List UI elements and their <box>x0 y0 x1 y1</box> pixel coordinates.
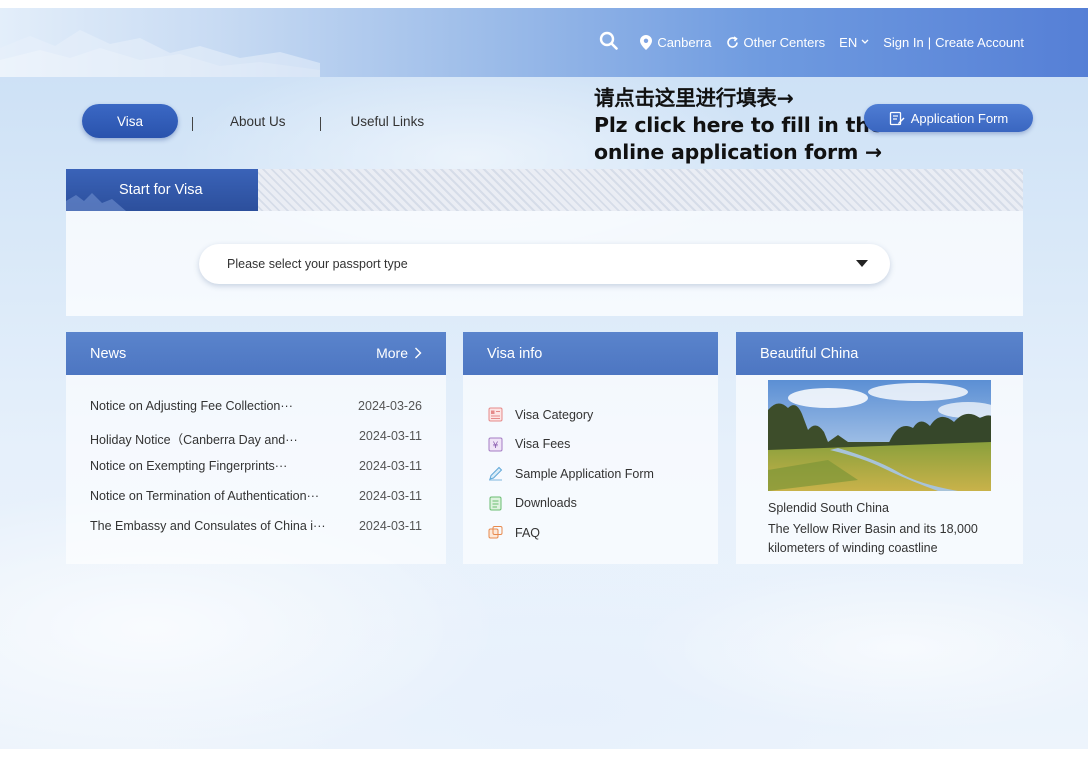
passport-type-select[interactable]: Please select your passport type <box>199 244 890 284</box>
start-visa-panel: Start for Visa Please select your passpo… <box>66 169 1023 316</box>
download-icon <box>487 495 503 511</box>
application-notice: 请点击这里进行填表→ Plz click here to fill in the… <box>594 85 884 166</box>
location-pin-icon <box>640 34 653 50</box>
visa-info-item-downloads[interactable]: Downloads <box>487 489 718 519</box>
visa-info-label: Downloads <box>515 496 577 511</box>
category-icon <box>487 407 503 423</box>
page: Canberra Other Centers EN Sign In | Crea… <box>0 8 1088 749</box>
notice-line-chinese: 请点击这里进行填表→ <box>594 86 794 110</box>
nav-separator <box>192 117 193 131</box>
caret-down-icon <box>856 260 868 267</box>
nav-useful-links-link[interactable]: Useful Links <box>351 114 425 129</box>
news-more-link[interactable]: More <box>376 345 422 361</box>
nav-visa-button[interactable]: Visa <box>82 104 178 138</box>
news-card: News More Notice on Adjusting Fee Collec… <box>66 332 446 564</box>
news-item[interactable]: Notice on Termination of Authentication·… <box>90 489 422 519</box>
landscape-photo[interactable] <box>768 380 991 491</box>
application-form-button[interactable]: Application Form <box>864 104 1033 132</box>
visa-info-label: Visa Category <box>515 407 594 422</box>
account-separator: | <box>927 34 932 50</box>
top-navigation: Canberra Other Centers EN Sign In | Crea… <box>599 31 1024 53</box>
location-selector[interactable]: Canberra <box>640 34 712 50</box>
visa-info-card: Visa info Visa Category ¥ Visa Fees Samp… <box>463 332 718 564</box>
other-centers-label: Other Centers <box>743 34 826 50</box>
main-navigation: Visa About Us Useful Links <box>82 104 424 138</box>
create-account-link[interactable]: Create Account <box>935 35 1024 50</box>
news-item-title: Notice on Termination of Authentication·… <box>90 489 320 503</box>
form-edit-icon <box>889 111 905 126</box>
news-list: Notice on Adjusting Fee Collection··· 202… <box>66 375 446 549</box>
beautiful-china-title: Beautiful China <box>760 345 859 362</box>
news-item-title: Notice on Adjusting Fee Collection··· <box>90 399 293 413</box>
visa-info-label: FAQ <box>515 525 541 540</box>
other-centers-link[interactable]: Other Centers <box>726 34 826 50</box>
search-icon[interactable] <box>599 31 619 53</box>
account-links: Sign In | Create Account <box>883 35 1024 50</box>
news-item-title: The Embassy and Consulates of China i··· <box>90 519 326 533</box>
mountain-tab-decoration <box>66 193 126 211</box>
more-label: More <box>376 345 408 361</box>
news-item-date: 2024-03-11 <box>358 459 422 473</box>
passport-type-placeholder: Please select your passport type <box>227 257 408 271</box>
visa-info-item-sample-form[interactable]: Sample Application Form <box>487 459 718 489</box>
nav-separator <box>319 117 321 131</box>
notice-line-english-2: online application form → <box>594 140 883 164</box>
news-item-title: Holiday Notice（Canberra Day and··· <box>90 433 298 447</box>
beautiful-china-card: Beautiful China Splendid South China The… <box>736 332 1023 564</box>
chevron-right-icon <box>415 347 422 359</box>
start-visa-tab[interactable]: Start for Visa <box>66 169 258 211</box>
visa-info-item-category[interactable]: Visa Category <box>487 400 718 430</box>
language-selector[interactable]: EN <box>839 35 869 50</box>
location-label: Canberra <box>657 34 712 50</box>
visa-info-list: Visa Category ¥ Visa Fees Sample Applica… <box>463 375 718 548</box>
mountain-decoration <box>0 30 320 77</box>
visa-info-header: Visa info <box>463 332 718 375</box>
visa-info-item-fees[interactable]: ¥ Visa Fees <box>487 430 718 460</box>
visa-info-label: Visa Fees <box>515 437 571 452</box>
nav-about-us-link[interactable]: About Us <box>230 114 286 129</box>
news-item-date: 2024-03-11 <box>358 489 422 503</box>
news-item-title: Notice on Exempting Fingerprints··· <box>90 459 288 473</box>
visa-info-title: Visa info <box>487 345 543 362</box>
news-item[interactable]: The Embassy and Consulates of China i···… <box>90 519 422 549</box>
news-item[interactable]: Holiday Notice（Canberra Day and··· 2024-0… <box>90 429 422 459</box>
yen-icon: ¥ <box>487 436 503 452</box>
application-form-label: Application Form <box>910 110 1009 126</box>
news-item-date: 2024-03-11 <box>358 519 422 533</box>
notice-line-english-1: Plz click here to fill in the <box>594 113 884 137</box>
chevron-down-icon <box>861 39 869 44</box>
faq-icon <box>487 525 503 541</box>
news-title: News <box>90 345 127 362</box>
language-label: EN <box>839 34 858 50</box>
photo-caption-text: The Yellow River Basin and its 18,000 ki… <box>768 522 978 555</box>
svg-text:¥: ¥ <box>492 441 498 451</box>
news-item-date: 2024-03-26 <box>358 399 422 413</box>
news-item[interactable]: Notice on Adjusting Fee Collection··· 202… <box>90 399 422 429</box>
news-item-date: 2024-03-11 <box>358 429 422 443</box>
news-header: News More <box>66 332 446 375</box>
sign-in-link[interactable]: Sign In <box>883 35 923 50</box>
refresh-icon <box>726 35 738 48</box>
pen-icon <box>487 466 503 482</box>
photo-caption-title: Splendid South China <box>768 501 889 515</box>
visa-info-label: Sample Application Form <box>515 466 654 481</box>
top-bar: Canberra Other Centers EN Sign In | Crea… <box>0 8 1088 77</box>
visa-info-item-faq[interactable]: FAQ <box>487 518 718 548</box>
start-visa-label: Start for Visa <box>119 182 203 198</box>
news-item[interactable]: Notice on Exempting Fingerprints··· 2024-… <box>90 459 422 489</box>
beautiful-china-header: Beautiful China <box>736 332 1023 375</box>
